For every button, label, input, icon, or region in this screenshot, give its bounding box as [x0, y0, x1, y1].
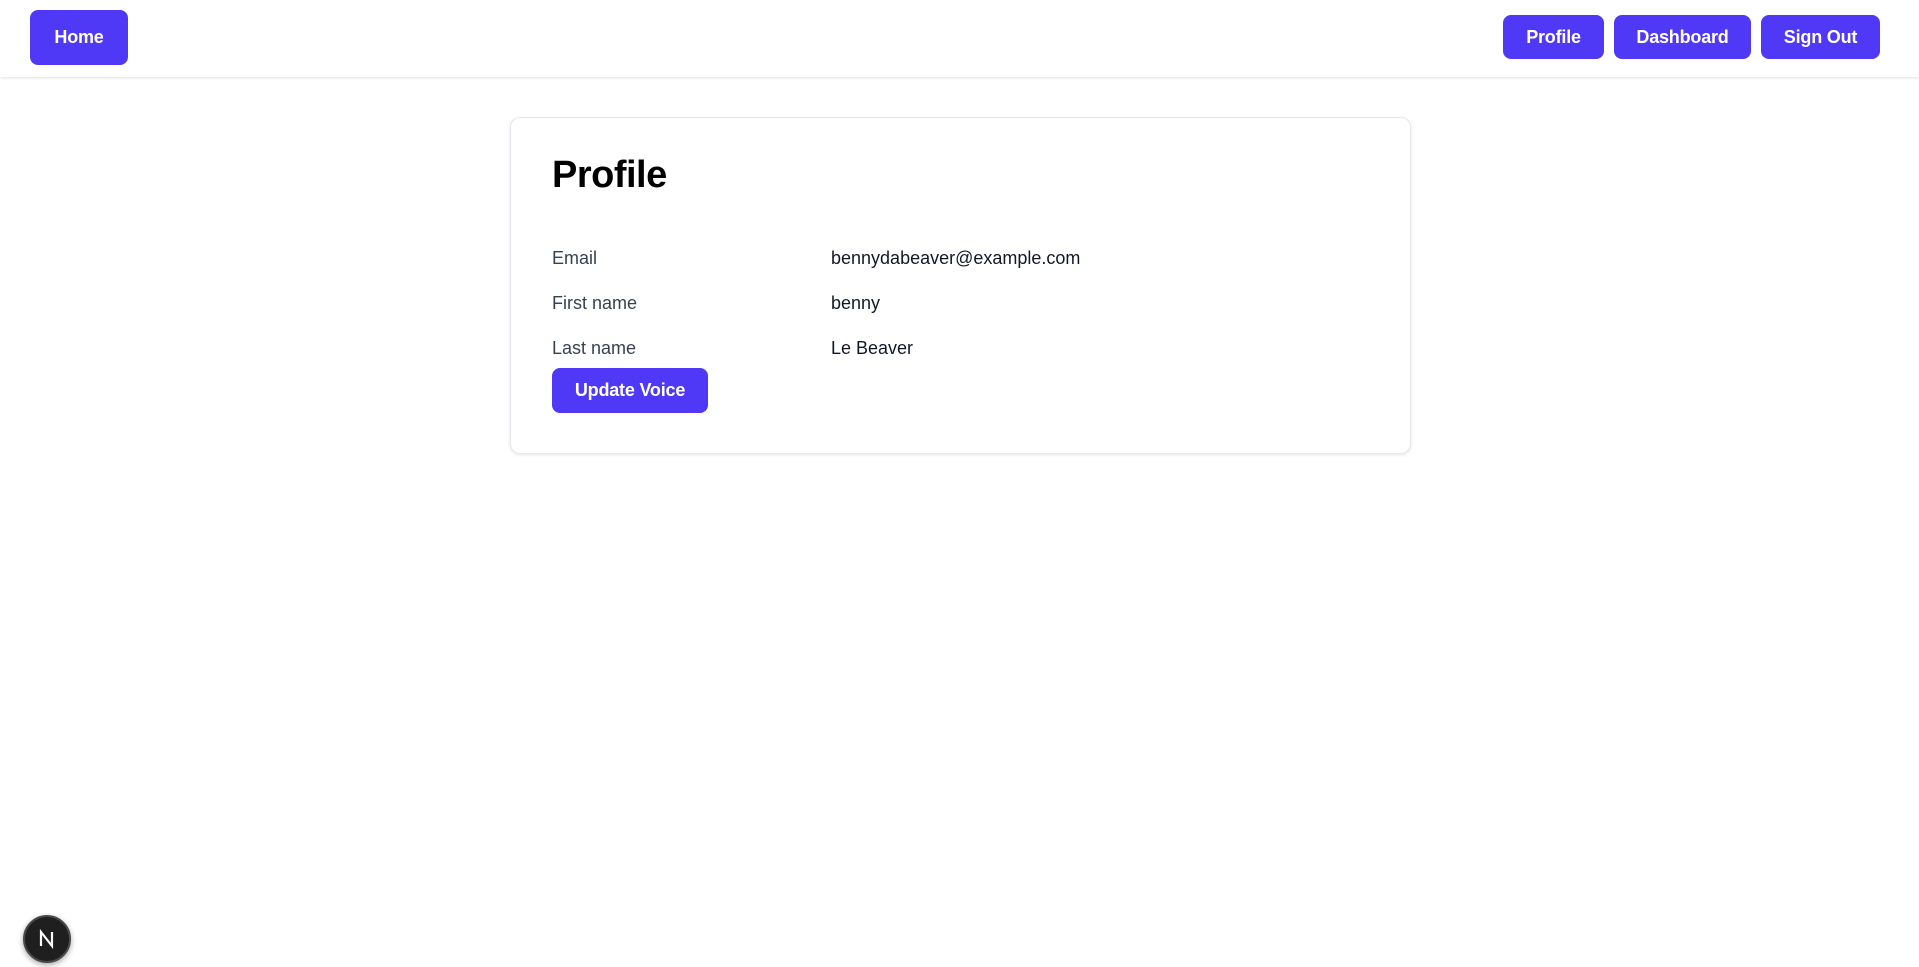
profile-card: Profile Email bennydabeaver@example.com … [510, 117, 1411, 454]
first-name-value: benny [831, 293, 881, 313]
update-voice-button[interactable]: Update Voice [552, 368, 708, 413]
email-label: Email [552, 248, 598, 268]
last-name-value: Le Beaver [831, 338, 914, 358]
page-title: Profile [552, 154, 667, 196]
top-nav-bar: Home Profile Dashboard Sign Out [0, 0, 1919, 77]
nextjs-icon [36, 928, 58, 950]
last-name-label: Last name [552, 338, 637, 358]
dashboard-button[interactable]: Dashboard [1614, 15, 1751, 59]
first-name-label: First name [552, 293, 638, 313]
email-value: bennydabeaver@example.com [831, 248, 1081, 268]
nextjs-dev-indicator-button[interactable] [23, 915, 71, 963]
home-button[interactable]: Home [30, 10, 128, 65]
profile-button[interactable]: Profile [1503, 15, 1604, 59]
sign-out-button[interactable]: Sign Out [1761, 15, 1880, 59]
